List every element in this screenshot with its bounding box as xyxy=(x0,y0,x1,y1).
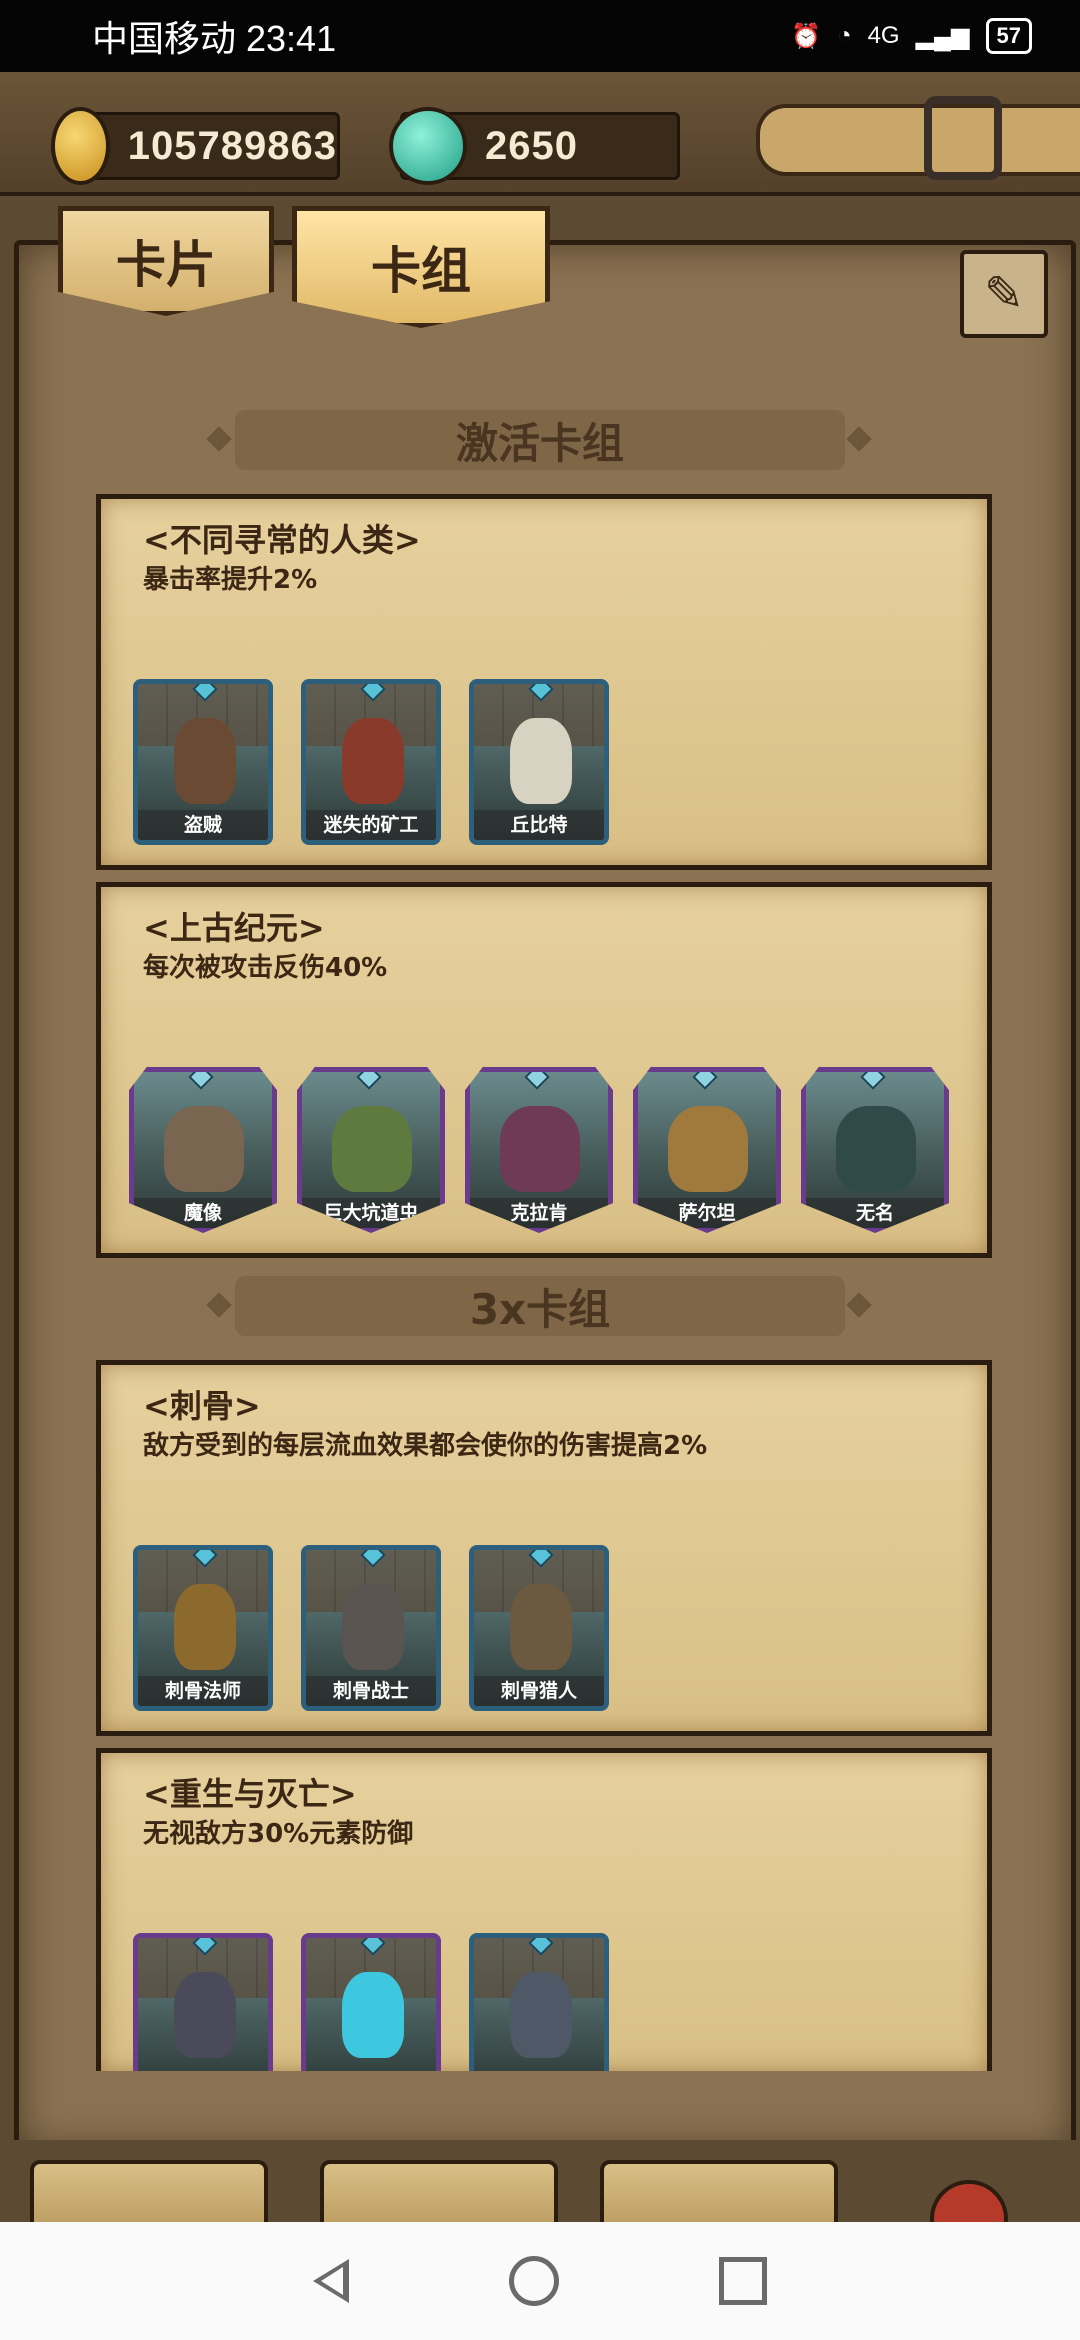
status-icons: ⏰ ◔ 4G ▂▄▆ 57 xyxy=(791,18,1032,54)
miner-portrait-icon xyxy=(342,718,404,804)
card-name: 刺骨猎人 xyxy=(474,1676,604,1706)
belt-buckle-icon xyxy=(924,96,1002,180)
knight-portrait-icon xyxy=(510,1972,572,2058)
card-name: 无名 xyxy=(806,1198,944,1228)
set-effect: 敌方受到的每层流血效果都会使你的伤害提高2% xyxy=(143,1431,708,1461)
set-name: <上古纪元> xyxy=(143,909,325,947)
deck-set-rebirth-and-doom[interactable]: <重生与灭亡> 无视敌方30%元素防御 xyxy=(96,1748,992,2071)
gold-nugget-icon xyxy=(51,107,110,185)
spirit-portrait-icon xyxy=(342,1972,404,2058)
pencil-icon: ✎ xyxy=(983,266,1025,322)
skeleton-portrait-icon xyxy=(174,1972,236,2058)
hunter-portrait-icon xyxy=(510,1584,572,1670)
gem-value: 2650 xyxy=(485,123,578,168)
battery-indicator: 57 xyxy=(985,18,1032,54)
network-label: 4G xyxy=(867,22,900,49)
section-title-active: 激活卡组 xyxy=(235,410,845,470)
golem-portrait-icon xyxy=(164,1106,244,1192)
card-bonebite-hunter[interactable]: 刺骨猎人 xyxy=(469,1545,609,1711)
alarm-icon: ⏰ xyxy=(791,22,822,50)
status-bar: 中国移动 23:41 ⏰ ◔ 4G ▂▄▆ 57 xyxy=(0,0,1080,72)
set-effect: 每次被攻击反伤40% xyxy=(143,953,388,983)
deck-set-ancient-era[interactable]: <上古纪元> 每次被攻击反伤40% 魔像 巨大坑道虫 克拉肯 萨尔坦 无名 xyxy=(96,882,992,1258)
card-saltan[interactable]: 萨尔坦 xyxy=(633,1067,781,1233)
cupid-portrait-icon xyxy=(510,718,572,804)
card-name: 克拉肯 xyxy=(470,1198,608,1228)
rarity-gem-icon xyxy=(188,1072,214,1090)
set-name: <重生与灭亡> xyxy=(143,1775,357,1813)
set-effect: 无视敌方30%元素防御 xyxy=(143,1819,414,1849)
card-cupid[interactable]: 丘比特 xyxy=(469,679,609,845)
kraken-portrait-icon xyxy=(500,1106,580,1192)
mage-portrait-icon xyxy=(174,1584,236,1670)
set-name: <不同寻常的人类> xyxy=(143,521,421,559)
rarity-gem-icon xyxy=(860,1072,886,1090)
edit-button[interactable]: ✎ xyxy=(960,250,1048,338)
belt-decoration xyxy=(756,104,1080,176)
worm-portrait-icon xyxy=(332,1106,412,1192)
carrier-time: 中国移动 23:41 xyxy=(92,18,337,59)
recent-apps-icon[interactable] xyxy=(719,2257,767,2305)
set-name: <刺骨> xyxy=(143,1387,261,1425)
nameless-portrait-icon xyxy=(836,1106,916,1192)
system-navigation-bar xyxy=(0,2222,1080,2340)
rarity-gem-icon xyxy=(692,1072,718,1090)
card-knight[interactable] xyxy=(469,1933,609,2071)
wifi-icon: ◔ xyxy=(837,22,852,49)
card-name: 丘比特 xyxy=(474,810,604,840)
card-lost-miner[interactable]: 迷失的矿工 xyxy=(301,679,441,845)
card-nameless[interactable]: 无名 xyxy=(801,1067,949,1233)
signal-icon: ▂▄▆ xyxy=(915,22,970,50)
card-skeleton[interactable] xyxy=(133,1933,273,2071)
rarity-gem-icon xyxy=(524,1072,550,1090)
bottom-menu xyxy=(0,2140,1080,2258)
gold-value: 105789863 xyxy=(127,123,337,168)
card-name: 刺骨法师 xyxy=(138,1676,268,1706)
card-name: 魔像 xyxy=(134,1198,272,1228)
card-spirit[interactable] xyxy=(301,1933,441,2071)
back-icon[interactable] xyxy=(313,2259,349,2303)
card-bonebite-mage[interactable]: 刺骨法师 xyxy=(133,1545,273,1711)
card-name: 迷失的矿工 xyxy=(306,810,436,840)
card-thief[interactable]: 盗贼 xyxy=(133,679,273,845)
card-giant-worm[interactable]: 巨大坑道虫 xyxy=(297,1067,445,1233)
thief-portrait-icon xyxy=(174,718,236,804)
card-name: 巨大坑道虫 xyxy=(302,1198,440,1228)
gem-counter[interactable]: 2650 xyxy=(389,107,680,185)
set-effect: 暴击率提升2% xyxy=(143,565,318,595)
section-title-3x: 3x卡组 xyxy=(235,1276,845,1336)
card-bonebite-warrior[interactable]: 刺骨战士 xyxy=(301,1545,441,1711)
card-name: 盗贼 xyxy=(138,810,268,840)
card-name: 萨尔坦 xyxy=(638,1198,776,1228)
warrior-portrait-icon xyxy=(342,1584,404,1670)
gold-counter[interactable]: 105789863 xyxy=(51,107,340,185)
diamond-gem-icon xyxy=(389,107,467,185)
home-icon[interactable] xyxy=(509,2256,559,2306)
card-name: 刺骨战士 xyxy=(306,1676,436,1706)
saltan-portrait-icon xyxy=(668,1106,748,1192)
deck-set-bonebite[interactable]: <刺骨> 敌方受到的每层流血效果都会使你的伤害提高2% 刺骨法师 刺骨战士 刺骨… xyxy=(96,1360,992,1736)
card-golem[interactable]: 魔像 xyxy=(129,1067,277,1233)
rarity-gem-icon xyxy=(356,1072,382,1090)
deck-set-unusual-humans[interactable]: <不同寻常的人类> 暴击率提升2% 盗贼 迷失的矿工 丘比特 xyxy=(96,494,992,870)
card-kraken[interactable]: 克拉肯 xyxy=(465,1067,613,1233)
